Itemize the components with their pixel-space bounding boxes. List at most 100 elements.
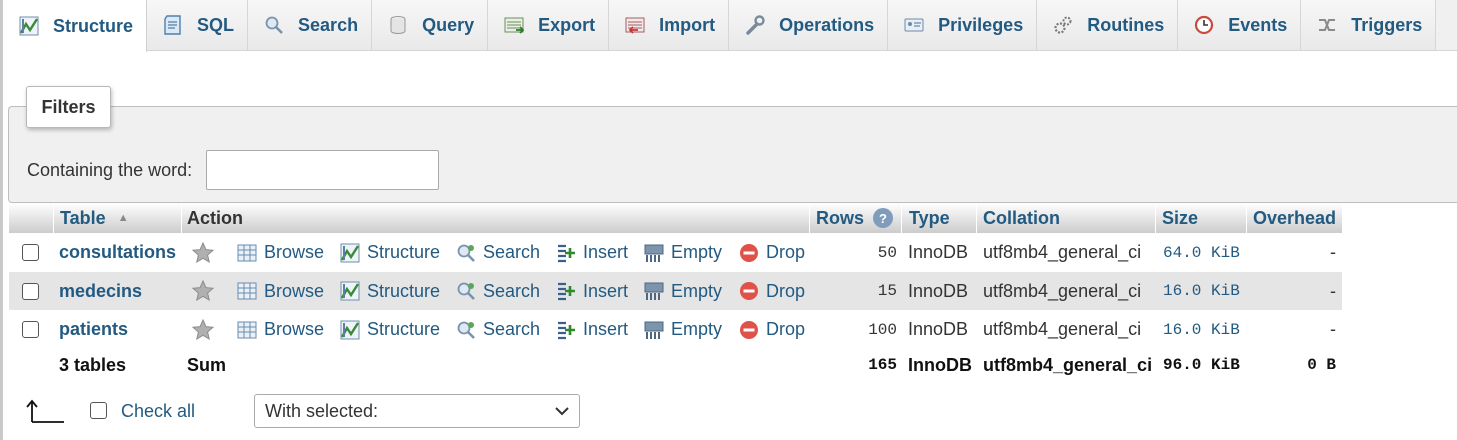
table-name-link[interactable]: consultations [59, 233, 176, 272]
favorite-star-icon[interactable] [191, 272, 215, 310]
structure-action[interactable]: Structure [339, 310, 440, 349]
browse-action[interactable]: Browse [236, 233, 324, 272]
header-action: Action [187, 207, 243, 228]
filters-legend: Filters [26, 86, 111, 128]
size-link[interactable]: 16.0 KiB [1163, 272, 1240, 310]
insert-icon [558, 321, 575, 339]
structure-action[interactable]: Structure [339, 272, 440, 310]
insert-icon [558, 282, 575, 301]
browse-icon [237, 321, 257, 338]
browse-action[interactable]: Browse [236, 310, 324, 349]
structure-icon [17, 14, 41, 38]
top-tab-bar: Structure SQL Search Query Export Import [3, 0, 1457, 52]
search-action[interactable]: Search [455, 233, 540, 272]
table-row: consultations Browse Structure Search In… [9, 233, 1342, 272]
header-overhead[interactable]: Overhead [1253, 203, 1336, 233]
tab-label: SQL [197, 14, 235, 35]
with-selected-dropdown[interactable]: With selected: [254, 394, 580, 428]
tab-search[interactable]: Search [248, 0, 373, 50]
empty-label: Empty [671, 280, 723, 301]
header-collation[interactable]: Collation [983, 203, 1060, 233]
summary-label: Sum [187, 354, 227, 375]
empty-action[interactable]: Empty [643, 310, 722, 349]
insert-icon [558, 244, 575, 262]
empty-icon [644, 244, 664, 262]
search-label: Search [483, 242, 541, 262]
check-all-label[interactable]: Check all [121, 401, 195, 422]
drop-icon [740, 243, 758, 262]
row-checkbox[interactable] [22, 321, 39, 338]
tab-export[interactable]: Export [488, 0, 610, 50]
header-rows[interactable]: Rows ? [816, 203, 894, 233]
query-icon [386, 13, 410, 37]
row-checkbox[interactable] [22, 244, 39, 261]
size-link[interactable]: 16.0 KiB [1163, 310, 1240, 349]
size-link[interactable]: 64.0 KiB [1163, 233, 1240, 272]
check-all-checkbox[interactable] [90, 402, 107, 419]
drop-action[interactable]: Drop [738, 272, 805, 310]
engine-type: InnoDB [908, 319, 969, 339]
help-icon[interactable]: ? [873, 208, 894, 228]
tab-import[interactable]: Import [609, 0, 730, 50]
tab-structure[interactable]: Structure [3, 0, 148, 52]
structure-label: Structure [367, 242, 441, 262]
header-type[interactable]: Type [909, 203, 950, 233]
engine-type: InnoDB [908, 242, 969, 262]
search-action[interactable]: Search [455, 310, 540, 349]
drop-action[interactable]: Drop [738, 233, 805, 272]
chevron-down-icon [555, 406, 569, 416]
sql-icon [161, 13, 185, 37]
search-label: Search [483, 319, 541, 339]
drop-action[interactable]: Drop [738, 310, 805, 349]
table-name-link[interactable]: medecins [59, 272, 142, 310]
tab-routines[interactable]: Routines [1037, 0, 1179, 50]
tab-label: Events [1228, 14, 1288, 35]
empty-action[interactable]: Empty [643, 233, 722, 272]
tab-sql[interactable]: SQL [147, 0, 249, 50]
insert-label: Insert [583, 280, 629, 301]
drop-icon [740, 320, 758, 339]
row-checkbox[interactable] [22, 282, 39, 300]
with-selected-value: With selected: [265, 400, 379, 421]
favorite-star-icon[interactable] [191, 310, 215, 349]
empty-action[interactable]: Empty [643, 272, 722, 310]
header-size[interactable]: Size [1162, 203, 1198, 233]
search-action[interactable]: Search [455, 272, 540, 310]
table-name-link[interactable]: patients [59, 310, 128, 349]
privileges-icon [902, 13, 926, 37]
tab-triggers[interactable]: Triggers [1301, 0, 1437, 50]
header-rows-label: Rows [816, 207, 865, 228]
structure-action[interactable]: Structure [339, 233, 440, 272]
summary-type: InnoDB [908, 354, 972, 375]
tab-label: Operations [779, 14, 875, 35]
tab-query[interactable]: Query [372, 0, 489, 50]
clock-icon [1192, 13, 1216, 37]
header-table[interactable]: Table ▲ [60, 203, 129, 233]
triggers-icon [1315, 13, 1339, 37]
empty-icon [644, 282, 664, 300]
structure-label: Structure [367, 319, 441, 339]
collation-value: utf8mb4_general_ci [983, 319, 1142, 339]
summary-table-count: 3 tables [59, 354, 127, 375]
filter-label: Containing the word: [27, 160, 193, 180]
favorite-star-icon[interactable] [191, 233, 215, 272]
tab-privileges[interactable]: Privileges [888, 0, 1038, 50]
browse-label: Browse [264, 319, 325, 339]
browse-action[interactable]: Browse [236, 272, 324, 310]
filter-text-input[interactable] [206, 150, 439, 190]
summary-overhead: 0 B [1307, 356, 1336, 374]
export-icon [502, 13, 526, 37]
insert-action[interactable]: Insert [555, 272, 628, 310]
empty-icon [644, 321, 664, 339]
tab-events[interactable]: Events [1178, 0, 1302, 50]
empty-label: Empty [671, 319, 723, 339]
insert-action[interactable]: Insert [555, 233, 628, 272]
insert-action[interactable]: Insert [555, 310, 628, 349]
search-icon [457, 282, 475, 300]
tab-label: Import [659, 14, 716, 35]
tab-operations[interactable]: Operations [729, 0, 889, 50]
routines-icon [1051, 13, 1075, 37]
collation-value: utf8mb4_general_ci [983, 280, 1142, 301]
browse-icon [237, 282, 257, 300]
search-icon [457, 321, 475, 339]
